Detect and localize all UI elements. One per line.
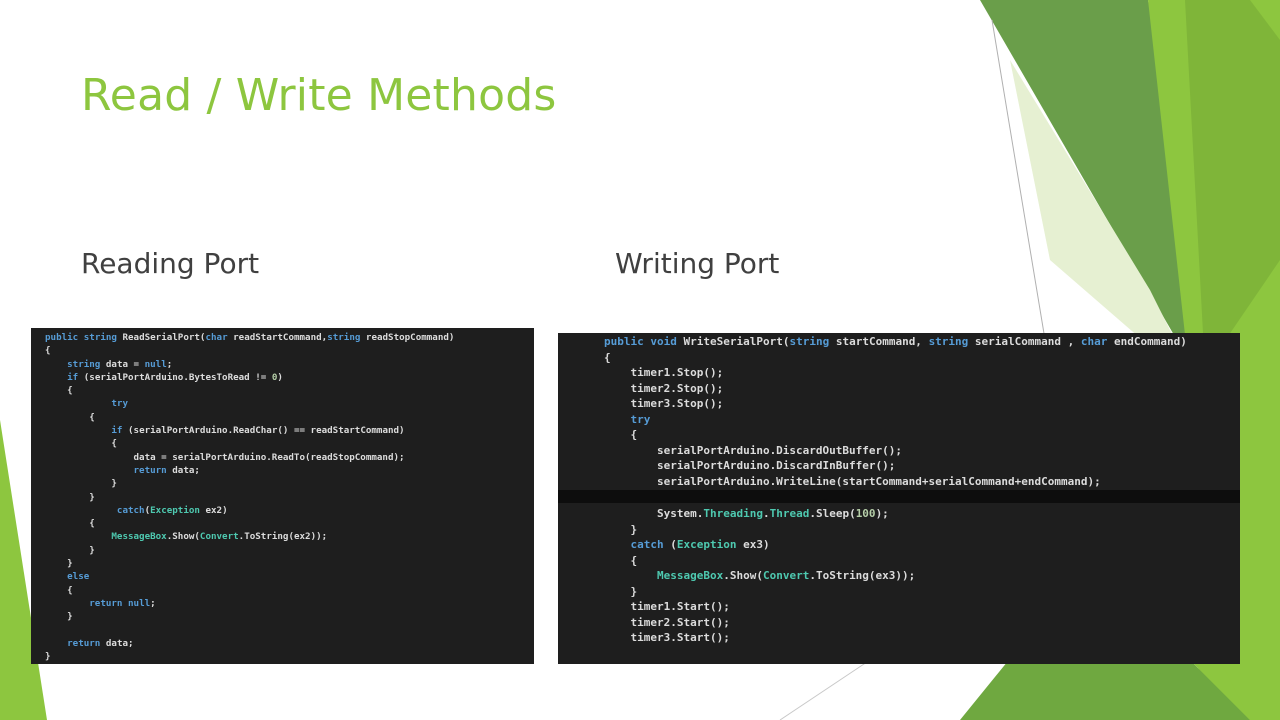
write-code-block-bottom: System.Threading.Thread.Sleep(100); } ca…: [604, 507, 916, 664]
thin-line-bottom: [779, 659, 871, 720]
read-code-screenshot: public string ReadSerialPort(char readSt…: [31, 328, 534, 664]
writing-port-heading: Writing Port: [615, 247, 780, 280]
write-code-screenshot: public void WriteSerialPort(string start…: [558, 333, 1240, 664]
code-divider: [558, 490, 1240, 503]
reading-port-heading: Reading Port: [81, 247, 260, 280]
write-code-block-top: public void WriteSerialPort(string start…: [604, 335, 1187, 488]
slide-title: Read / Write Methods: [81, 70, 557, 121]
read-code-block: public string ReadSerialPort(char readSt…: [45, 332, 455, 663]
